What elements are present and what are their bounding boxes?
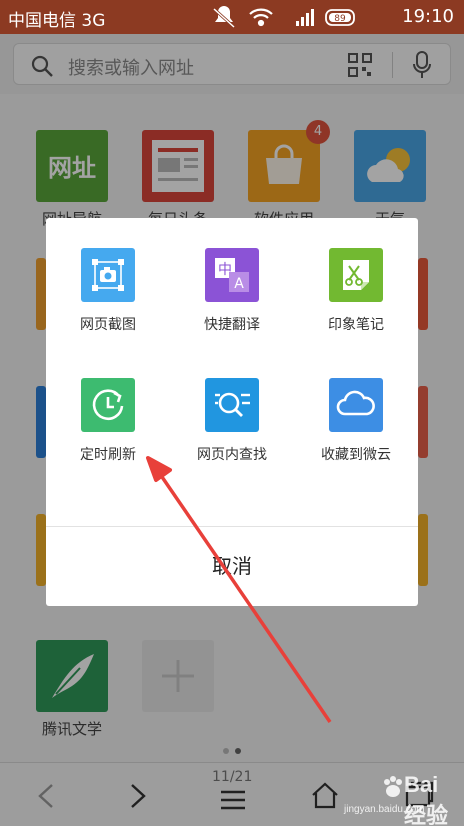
- baidu-paw-icon: [384, 776, 402, 797]
- watermark: Bai 经验 jingyan.baidu.com: [344, 772, 460, 826]
- annotation-arrow: [146, 456, 332, 723]
- watermark-brand: Bai 经验: [404, 772, 449, 826]
- watermark-url: jingyan.baidu.com: [344, 804, 425, 815]
